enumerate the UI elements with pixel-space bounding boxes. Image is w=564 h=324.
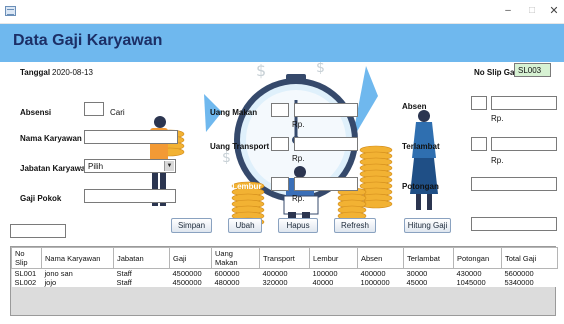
terlambat-count-field[interactable] xyxy=(471,137,487,151)
column-header[interactable]: Gaji xyxy=(169,247,212,269)
table-cell: 1000000 xyxy=(357,278,404,287)
column-header[interactable]: Uang Makan xyxy=(211,247,260,269)
table-cell: Staff xyxy=(113,278,170,287)
uang-makan-count-field[interactable] xyxy=(271,103,289,117)
dollar-sign-icon: $ xyxy=(222,150,231,166)
uang-transport-amount-field[interactable] xyxy=(294,137,358,151)
column-header[interactable]: Transport xyxy=(259,247,310,269)
dollar-sign-icon: $ xyxy=(256,62,266,80)
absen-amount-field[interactable] xyxy=(491,96,557,110)
absen-count-field[interactable] xyxy=(471,96,487,110)
absensi-field[interactable] xyxy=(84,102,104,116)
table-cell: 5600000 xyxy=(501,268,558,278)
salary-illustration: $ $ $ xyxy=(150,62,438,227)
table-cell: 600000 xyxy=(211,268,260,278)
potongan-label: Potongan xyxy=(402,182,439,191)
gaji-pokok-field[interactable] xyxy=(84,189,176,203)
salary-table-grid: No Slip Nama Karyawan Jabatan Gaji Uang … xyxy=(11,247,558,287)
table-cell: 430000 xyxy=(453,268,502,278)
column-header[interactable]: Lembur xyxy=(309,247,358,269)
uang-lembur-rp-label: Rp. xyxy=(292,194,305,203)
absensi-label: Absensi xyxy=(20,108,52,117)
header-banner: Data Gaji Karyawan xyxy=(0,24,564,62)
column-header[interactable]: Potongan xyxy=(453,247,502,269)
refresh-button[interactable]: Refresh xyxy=(334,218,376,233)
table-cell: 45000 xyxy=(403,278,454,287)
column-header[interactable]: No Slip xyxy=(11,247,42,269)
table-row[interactable]: SL002 jojo Staff 4500000 480000 320000 4… xyxy=(11,278,558,287)
no-slip-gaji-label: No Slip Gaji xyxy=(474,68,519,77)
column-header[interactable]: Terlambat xyxy=(403,247,454,269)
table-cell: Staff xyxy=(113,268,170,278)
table-cell: jono san xyxy=(41,268,114,278)
dollar-sign-icon: $ xyxy=(316,62,325,76)
uang-makan-rp-label: Rp. xyxy=(292,120,305,129)
table-cell: 400000 xyxy=(259,268,310,278)
tanggal-value: 2020-08-13 xyxy=(52,68,93,77)
simpan-button[interactable]: Simpan xyxy=(171,218,212,233)
table-cell: 100000 xyxy=(309,268,358,278)
absen-label: Absen xyxy=(402,102,427,111)
terlambat-amount-field[interactable] xyxy=(491,137,557,151)
table-cell: SL001 xyxy=(11,268,42,278)
java-app-icon xyxy=(5,6,16,16)
terlambat-label: Terlambat xyxy=(402,142,440,151)
column-header[interactable]: Jabatan xyxy=(113,247,170,269)
table-cell: 320000 xyxy=(259,278,310,287)
potongan-field[interactable] xyxy=(471,177,557,191)
jabatan-selected-value: Pilih xyxy=(88,162,104,171)
table-cell: 30000 xyxy=(403,268,454,278)
table-row[interactable]: SL001 jono san Staff 4500000 600000 4000… xyxy=(11,268,558,278)
table-cell: 5340000 xyxy=(501,278,558,287)
no-slip-gaji-field[interactable]: SL003 xyxy=(514,63,551,77)
table-cell: 4500000 xyxy=(169,278,212,287)
absen-rp-label: Rp. xyxy=(491,114,504,123)
table-cell: jojo xyxy=(41,278,114,287)
ubah-button[interactable]: Ubah xyxy=(228,218,262,233)
window-titlebar: – □ ✕ xyxy=(0,0,564,24)
jabatan-select[interactable]: Pilih ▼ xyxy=(84,159,176,173)
gaji-pokok-label: Gaji Pokok xyxy=(20,194,62,203)
minimize-button[interactable]: – xyxy=(498,3,518,19)
uang-lembur-label: Uang Lembur xyxy=(210,182,262,191)
hapus-button[interactable]: Hapus xyxy=(278,218,318,233)
uang-makan-label: Uang Makan xyxy=(210,108,258,117)
search-field[interactable] xyxy=(10,224,66,238)
nama-karyawan-field[interactable] xyxy=(84,130,178,144)
table-cell: 1045000 xyxy=(453,278,502,287)
table-cell: 40000 xyxy=(309,278,358,287)
table-cell: 400000 xyxy=(357,268,404,278)
table-cell: 480000 xyxy=(211,278,260,287)
uang-lembur-count-field[interactable] xyxy=(271,177,289,191)
page-title: Data Gaji Karyawan xyxy=(13,32,163,49)
person-right-illustration xyxy=(410,110,438,210)
chevron-down-icon[interactable]: ▼ xyxy=(164,161,174,171)
uang-lembur-amount-field[interactable] xyxy=(294,177,358,191)
table-cell: SL002 xyxy=(11,278,42,287)
jabatan-karyawan-label: Jabatan Karyawan xyxy=(20,164,91,173)
close-button[interactable]: ✕ xyxy=(544,3,564,19)
uang-transport-rp-label: Rp. xyxy=(292,154,305,163)
column-header[interactable]: Total Gaji xyxy=(501,247,558,269)
tanggal-label: Tanggal xyxy=(20,68,51,77)
hitung-gaji-button[interactable]: Hitung Gaji xyxy=(404,218,451,233)
table-cell: 4500000 xyxy=(169,268,212,278)
terlambat-rp-label: Rp. xyxy=(491,156,504,165)
column-header[interactable]: Absen xyxy=(357,247,404,269)
uang-transport-label: Uang Transport xyxy=(210,142,270,151)
table-header-row: No Slip Nama Karyawan Jabatan Gaji Uang … xyxy=(11,247,558,269)
uang-makan-amount-field[interactable] xyxy=(294,103,358,117)
maximize-button[interactable]: □ xyxy=(522,3,542,19)
total-gaji-field[interactable] xyxy=(471,217,557,231)
column-header[interactable]: Nama Karyawan xyxy=(41,247,114,269)
uang-transport-count-field[interactable] xyxy=(271,137,289,151)
nama-karyawan-label: Nama Karyawan xyxy=(20,134,82,143)
cari-label: Cari xyxy=(110,108,125,117)
salary-table[interactable]: No Slip Nama Karyawan Jabatan Gaji Uang … xyxy=(10,246,558,316)
